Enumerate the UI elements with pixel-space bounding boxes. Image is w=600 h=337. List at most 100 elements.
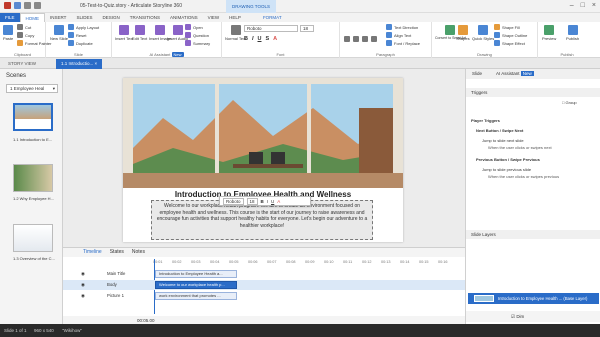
- trigger-next-action[interactable]: Jump to slide next slide: [482, 138, 524, 143]
- story-view-tab[interactable]: STORY VIEW: [3, 59, 41, 69]
- edit-text-button[interactable]: Edit Text: [132, 25, 147, 41]
- question-button[interactable]: Question: [185, 32, 209, 38]
- align-center-icon[interactable]: [371, 36, 377, 42]
- tab-timeline[interactable]: Timeline: [83, 248, 102, 257]
- text-direction-button[interactable]: Text Direction: [386, 24, 418, 30]
- scenes-panel: Scenes 1 Employee Heal ▾ 1.1 Introduction…: [0, 69, 63, 324]
- timeline-row[interactable]: ◉ Picture 1 work environment that promot…: [63, 291, 465, 301]
- tab-home[interactable]: HOME: [19, 13, 46, 22]
- font-color-icon[interactable]: A: [277, 199, 280, 204]
- quick-styles-button[interactable]: Quick Styles: [472, 25, 494, 41]
- duplicate-icon: [68, 40, 74, 46]
- tab-help[interactable]: HELP: [224, 13, 246, 22]
- shape-outline-button[interactable]: Shape Outline: [494, 32, 527, 38]
- float-font-select[interactable]: Roboto: [223, 197, 244, 205]
- numbering-icon[interactable]: [353, 36, 359, 42]
- reset-icon: [68, 32, 74, 38]
- strikethrough-icon[interactable]: S: [266, 36, 270, 42]
- tab-transitions[interactable]: TRANSITIONS: [125, 13, 165, 22]
- eye-icon[interactable]: ◉: [81, 280, 85, 290]
- office-picture[interactable]: [123, 78, 403, 188]
- bold-icon[interactable]: B: [261, 199, 264, 204]
- triggers-header[interactable]: Triggers: [466, 88, 600, 97]
- undo-icon[interactable]: [24, 2, 31, 9]
- italic-icon[interactable]: I: [267, 199, 268, 204]
- tab-design[interactable]: DESIGN: [97, 13, 124, 22]
- tab-states[interactable]: States: [110, 248, 124, 257]
- font-size-select[interactable]: 18: [300, 25, 314, 32]
- font-replace-button[interactable]: Font / Replace: [386, 40, 420, 46]
- tab-file[interactable]: FILE: [0, 13, 20, 22]
- slide-thumb-2[interactable]: [13, 164, 53, 192]
- close-tab-icon[interactable]: ×: [95, 61, 98, 66]
- reset-button[interactable]: Reset: [68, 32, 86, 38]
- close-icon[interactable]: ×: [592, 2, 596, 9]
- align-left-icon[interactable]: [362, 36, 368, 42]
- trigger-prev-when: When the user clicks or swipes previous: [488, 174, 560, 179]
- new-slide-button[interactable]: New Slide: [50, 25, 68, 41]
- tab-view[interactable]: VIEW: [203, 13, 225, 22]
- group-button[interactable]: □ Group: [562, 100, 577, 105]
- duplicate-button[interactable]: Duplicate: [68, 40, 93, 46]
- timeline-row[interactable]: ◉ Main Title Introduction to Employee He…: [63, 269, 465, 279]
- bullets-icon[interactable]: [344, 36, 350, 42]
- tab-animations[interactable]: ANIMATIONS: [165, 13, 203, 22]
- publish-button[interactable]: Publish: [566, 25, 579, 41]
- shape-effect-button[interactable]: Shape Effect: [494, 40, 525, 46]
- timeline-bar[interactable]: Introduction to Employee Health a...: [155, 270, 237, 278]
- timeline-ruler[interactable]: 00:01 00:02 00:03 00:04 00:05 00:06 00:07 00:08…: [153, 260, 465, 267]
- underline-icon[interactable]: U: [258, 36, 262, 42]
- shapes-button[interactable]: Shapes: [456, 25, 470, 41]
- shape-fill-button[interactable]: Shape Fill: [494, 24, 520, 30]
- slide-layers-header[interactable]: Slide Layers: [466, 230, 600, 239]
- italic-icon[interactable]: I: [252, 36, 254, 42]
- timeline-tick: 00:10: [324, 260, 334, 264]
- open-button[interactable]: Open: [185, 24, 203, 30]
- eye-icon[interactable]: ◉: [81, 269, 85, 279]
- tab-format[interactable]: FORMAT: [258, 13, 287, 22]
- cut-button[interactable]: Cut: [17, 24, 31, 30]
- scene-dropdown[interactable]: 1 Employee Heal ▾: [6, 84, 58, 93]
- open-icon: [185, 24, 191, 30]
- copy-button[interactable]: Copy: [17, 32, 34, 38]
- font-name-select[interactable]: Roboto: [244, 25, 298, 32]
- timeline-bar[interactable]: Welcome to our workplace health p...: [155, 281, 237, 289]
- current-slide-tab[interactable]: 1.1 Introductio... ×: [56, 59, 103, 69]
- slide-thumb-3[interactable]: [13, 224, 53, 252]
- font-color-icon[interactable]: A: [273, 36, 277, 42]
- paste-button[interactable]: Paste: [3, 25, 13, 41]
- slide-body-textbox[interactable]: Welcome to our workplace health program!…: [151, 200, 373, 240]
- maximize-icon[interactable]: □: [581, 2, 585, 9]
- trigger-prev-action[interactable]: Jump to slide previous slide: [482, 167, 531, 172]
- tab-ai-assistant[interactable]: AI Assistant New: [496, 69, 534, 79]
- smartart-icon: [445, 25, 456, 35]
- tab-slide[interactable]: Slide: [472, 69, 482, 79]
- apply-layout-button[interactable]: Apply Layout: [68, 24, 99, 30]
- save-icon[interactable]: [14, 2, 21, 9]
- tab-notes[interactable]: Notes: [132, 248, 145, 257]
- base-layer-row[interactable]: Introduction to Employee Health ... (Bas…: [468, 293, 599, 304]
- timeline-tick: 00:15: [419, 260, 429, 264]
- timeline-bar[interactable]: work environment that promotes ...: [155, 292, 237, 300]
- trigger-next-head: Next Button / Swipe Next: [476, 128, 524, 133]
- minimize-icon[interactable]: –: [570, 2, 574, 9]
- redo-icon[interactable]: [34, 2, 41, 9]
- bold-icon[interactable]: B: [244, 36, 248, 42]
- player-triggers-label: Player Triggers: [471, 118, 500, 123]
- preview-button[interactable]: Preview: [542, 25, 556, 41]
- timeline-row[interactable]: ◉ Body Welcome to our workplace health p…: [63, 280, 465, 290]
- summary-button[interactable]: Summary: [185, 40, 210, 46]
- tab-slides[interactable]: SLIDES: [71, 13, 97, 22]
- slide[interactable]: Introduction to Employee Health and Well…: [123, 78, 403, 242]
- trigger-next-when: When the user clicks or swipes next: [488, 145, 552, 150]
- tab-insert[interactable]: INSERT: [45, 13, 71, 22]
- align-text-button[interactable]: Align Text: [386, 32, 411, 38]
- copy-icon: [17, 32, 23, 38]
- slide-thumb-1[interactable]: [13, 103, 53, 131]
- float-size-select[interactable]: 18: [246, 197, 258, 205]
- ribbon: Paste Cut Copy Format Painter Clipboard …: [0, 22, 600, 58]
- underline-icon[interactable]: U: [271, 199, 274, 204]
- insert-text-button[interactable]: Insert Text: [115, 25, 133, 41]
- checkbox-icon[interactable]: ☑: [511, 314, 515, 319]
- eye-icon[interactable]: ◉: [81, 291, 85, 301]
